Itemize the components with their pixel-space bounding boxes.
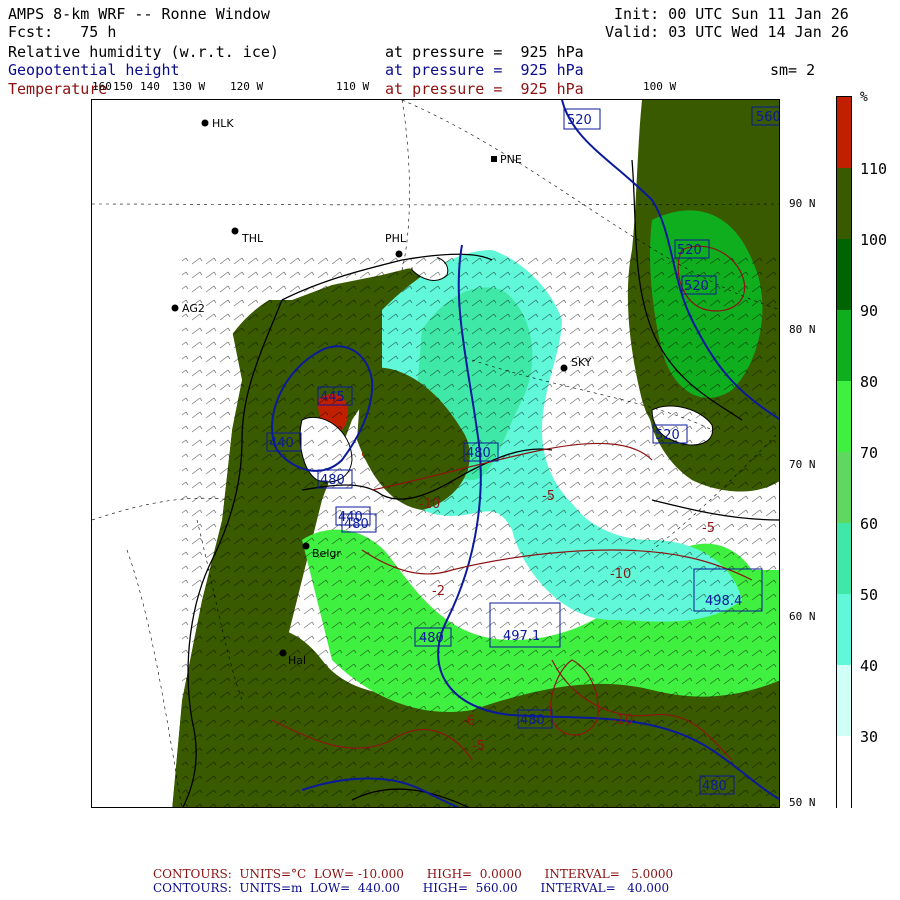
station-thl-label: THL xyxy=(241,232,264,245)
station-pne-label: PNE xyxy=(500,153,522,166)
height-label-480-south: 480 xyxy=(520,713,545,728)
station-belgr-marker xyxy=(302,542,310,550)
height-label-440: 440 xyxy=(269,436,294,451)
height-label-520-island: 520 xyxy=(655,428,680,443)
height-label-445: 445 xyxy=(320,390,345,405)
colorbar-label-80: 80 xyxy=(860,373,879,391)
temp-label-c: -2 xyxy=(432,584,445,599)
temp-label-e: -10 xyxy=(612,713,633,728)
wind-barbs xyxy=(182,250,779,807)
height-label-520-top: 520 xyxy=(567,113,592,128)
height-label-480-center: 480 xyxy=(466,446,491,461)
lat-label-50: 50 N xyxy=(789,796,816,809)
colorbar-segment-50 xyxy=(837,523,851,594)
temp-label-d: -5 xyxy=(472,739,485,754)
field-rh-name: Relative humidity (w.r.t. ice) xyxy=(8,43,279,61)
height-label-520-east: 520 xyxy=(677,243,702,258)
field-rh-level: at pressure = 925 hPa xyxy=(385,43,584,61)
station-ag2-marker xyxy=(171,304,179,312)
lat-label-80: 80 N xyxy=(789,323,816,336)
field-height-name: Geopotential height xyxy=(8,61,180,79)
forecast-hour: Fcst: 75 h xyxy=(8,23,117,41)
height-label-497: 497.1 xyxy=(503,629,540,644)
station-sky-label: SKY xyxy=(571,356,592,369)
lon-label-110: 110 W xyxy=(336,80,370,93)
lon-label-130: 130 W xyxy=(172,80,206,93)
station-pne-marker xyxy=(491,156,497,162)
height-label-480-low: 480 xyxy=(419,631,444,646)
valid-time: Valid: 03 UTC Wed 14 Jan 26 xyxy=(605,23,849,41)
colorbar-unit: % xyxy=(860,90,868,105)
map-canvas: HLK PNE THL PHL AG2 SKY Belgr Hal 520 56… xyxy=(92,100,780,807)
footer-height-contours: CONTOURS: UNITS=m LOW= 440.00 HIGH= 560.… xyxy=(153,881,670,895)
height-label-560: 560 xyxy=(756,110,780,125)
map-title: AMPS 8-km WRF -- Ronne Window xyxy=(8,5,270,23)
lon-label-150: 150 xyxy=(113,80,133,93)
height-label-480-se: 480 xyxy=(702,779,727,794)
temp-label-a: -5 xyxy=(542,489,555,504)
colorbar-segment-30 xyxy=(837,665,851,736)
station-phl-marker xyxy=(395,250,403,258)
station-phl-label: PHL xyxy=(385,232,407,245)
station-hal-marker xyxy=(279,649,287,657)
colorbar-segment-70 xyxy=(837,381,851,452)
lon-label-100: 100 W xyxy=(643,80,677,93)
colorbar-label-60: 60 xyxy=(860,515,879,533)
temp-label-g: -5 xyxy=(702,521,715,536)
temp-label-f: -6 xyxy=(462,714,475,729)
lon-label-120: 120 W xyxy=(230,80,264,93)
colorbar-segment-60 xyxy=(837,452,851,523)
humidity-colorbar xyxy=(836,96,852,809)
colorbar-label-40: 40 xyxy=(860,657,879,675)
lat-label-60: 60 N xyxy=(789,610,816,623)
height-label-498: 498.4 xyxy=(705,594,742,609)
station-hlk-label: HLK xyxy=(212,117,234,130)
colorbar-label-70: 70 xyxy=(860,444,879,462)
smoothing-label: sm= 2 xyxy=(770,61,816,79)
station-hal-label: Hal xyxy=(288,654,306,667)
colorbar-label-100: 100 xyxy=(860,231,888,249)
lon-label-140: 140 xyxy=(140,80,160,93)
footer-temperature-contours: CONTOURS: UNITS=°C LOW= -10.000 HIGH= 0.… xyxy=(153,867,674,881)
height-label-480-west: 480 xyxy=(320,473,345,488)
temp-label-b: -10 xyxy=(419,497,440,512)
colorbar-segment-low xyxy=(837,736,851,809)
colorbar-segment-100 xyxy=(837,168,851,239)
station-thl-marker xyxy=(231,227,239,235)
colorbar-segment-110 xyxy=(837,97,851,168)
station-sky-marker xyxy=(560,364,568,372)
colorbar-segment-80 xyxy=(837,310,851,381)
map-panel: HLK PNE THL PHL AG2 SKY Belgr Hal 520 56… xyxy=(91,99,780,808)
colorbar-segment-90 xyxy=(837,239,851,310)
colorbar-label-50: 50 xyxy=(860,586,879,604)
lon-label-160: 160 xyxy=(92,80,112,93)
colorbar-label-110: 110 xyxy=(860,160,888,178)
station-hlk-marker xyxy=(201,119,209,127)
station-belgr-label: Belgr xyxy=(312,547,341,560)
field-temp-level: at pressure = 925 hPa xyxy=(385,80,584,98)
height-label-520-east2: 520 xyxy=(684,279,709,294)
height-label-480-belgr: 480 xyxy=(344,517,369,532)
station-ag2-label: AG2 xyxy=(182,302,205,315)
colorbar-label-30: 30 xyxy=(860,728,879,746)
init-time: Init: 00 UTC Sun 11 Jan 26 xyxy=(614,5,849,23)
colorbar-segment-40 xyxy=(837,594,851,665)
temp-label-h: -10 xyxy=(610,567,631,582)
lat-label-70: 70 N xyxy=(789,458,816,471)
field-height-level: at pressure = 925 hPa xyxy=(385,61,584,79)
colorbar-label-90: 90 xyxy=(860,302,879,320)
lat-label-90: 90 N xyxy=(789,197,816,210)
